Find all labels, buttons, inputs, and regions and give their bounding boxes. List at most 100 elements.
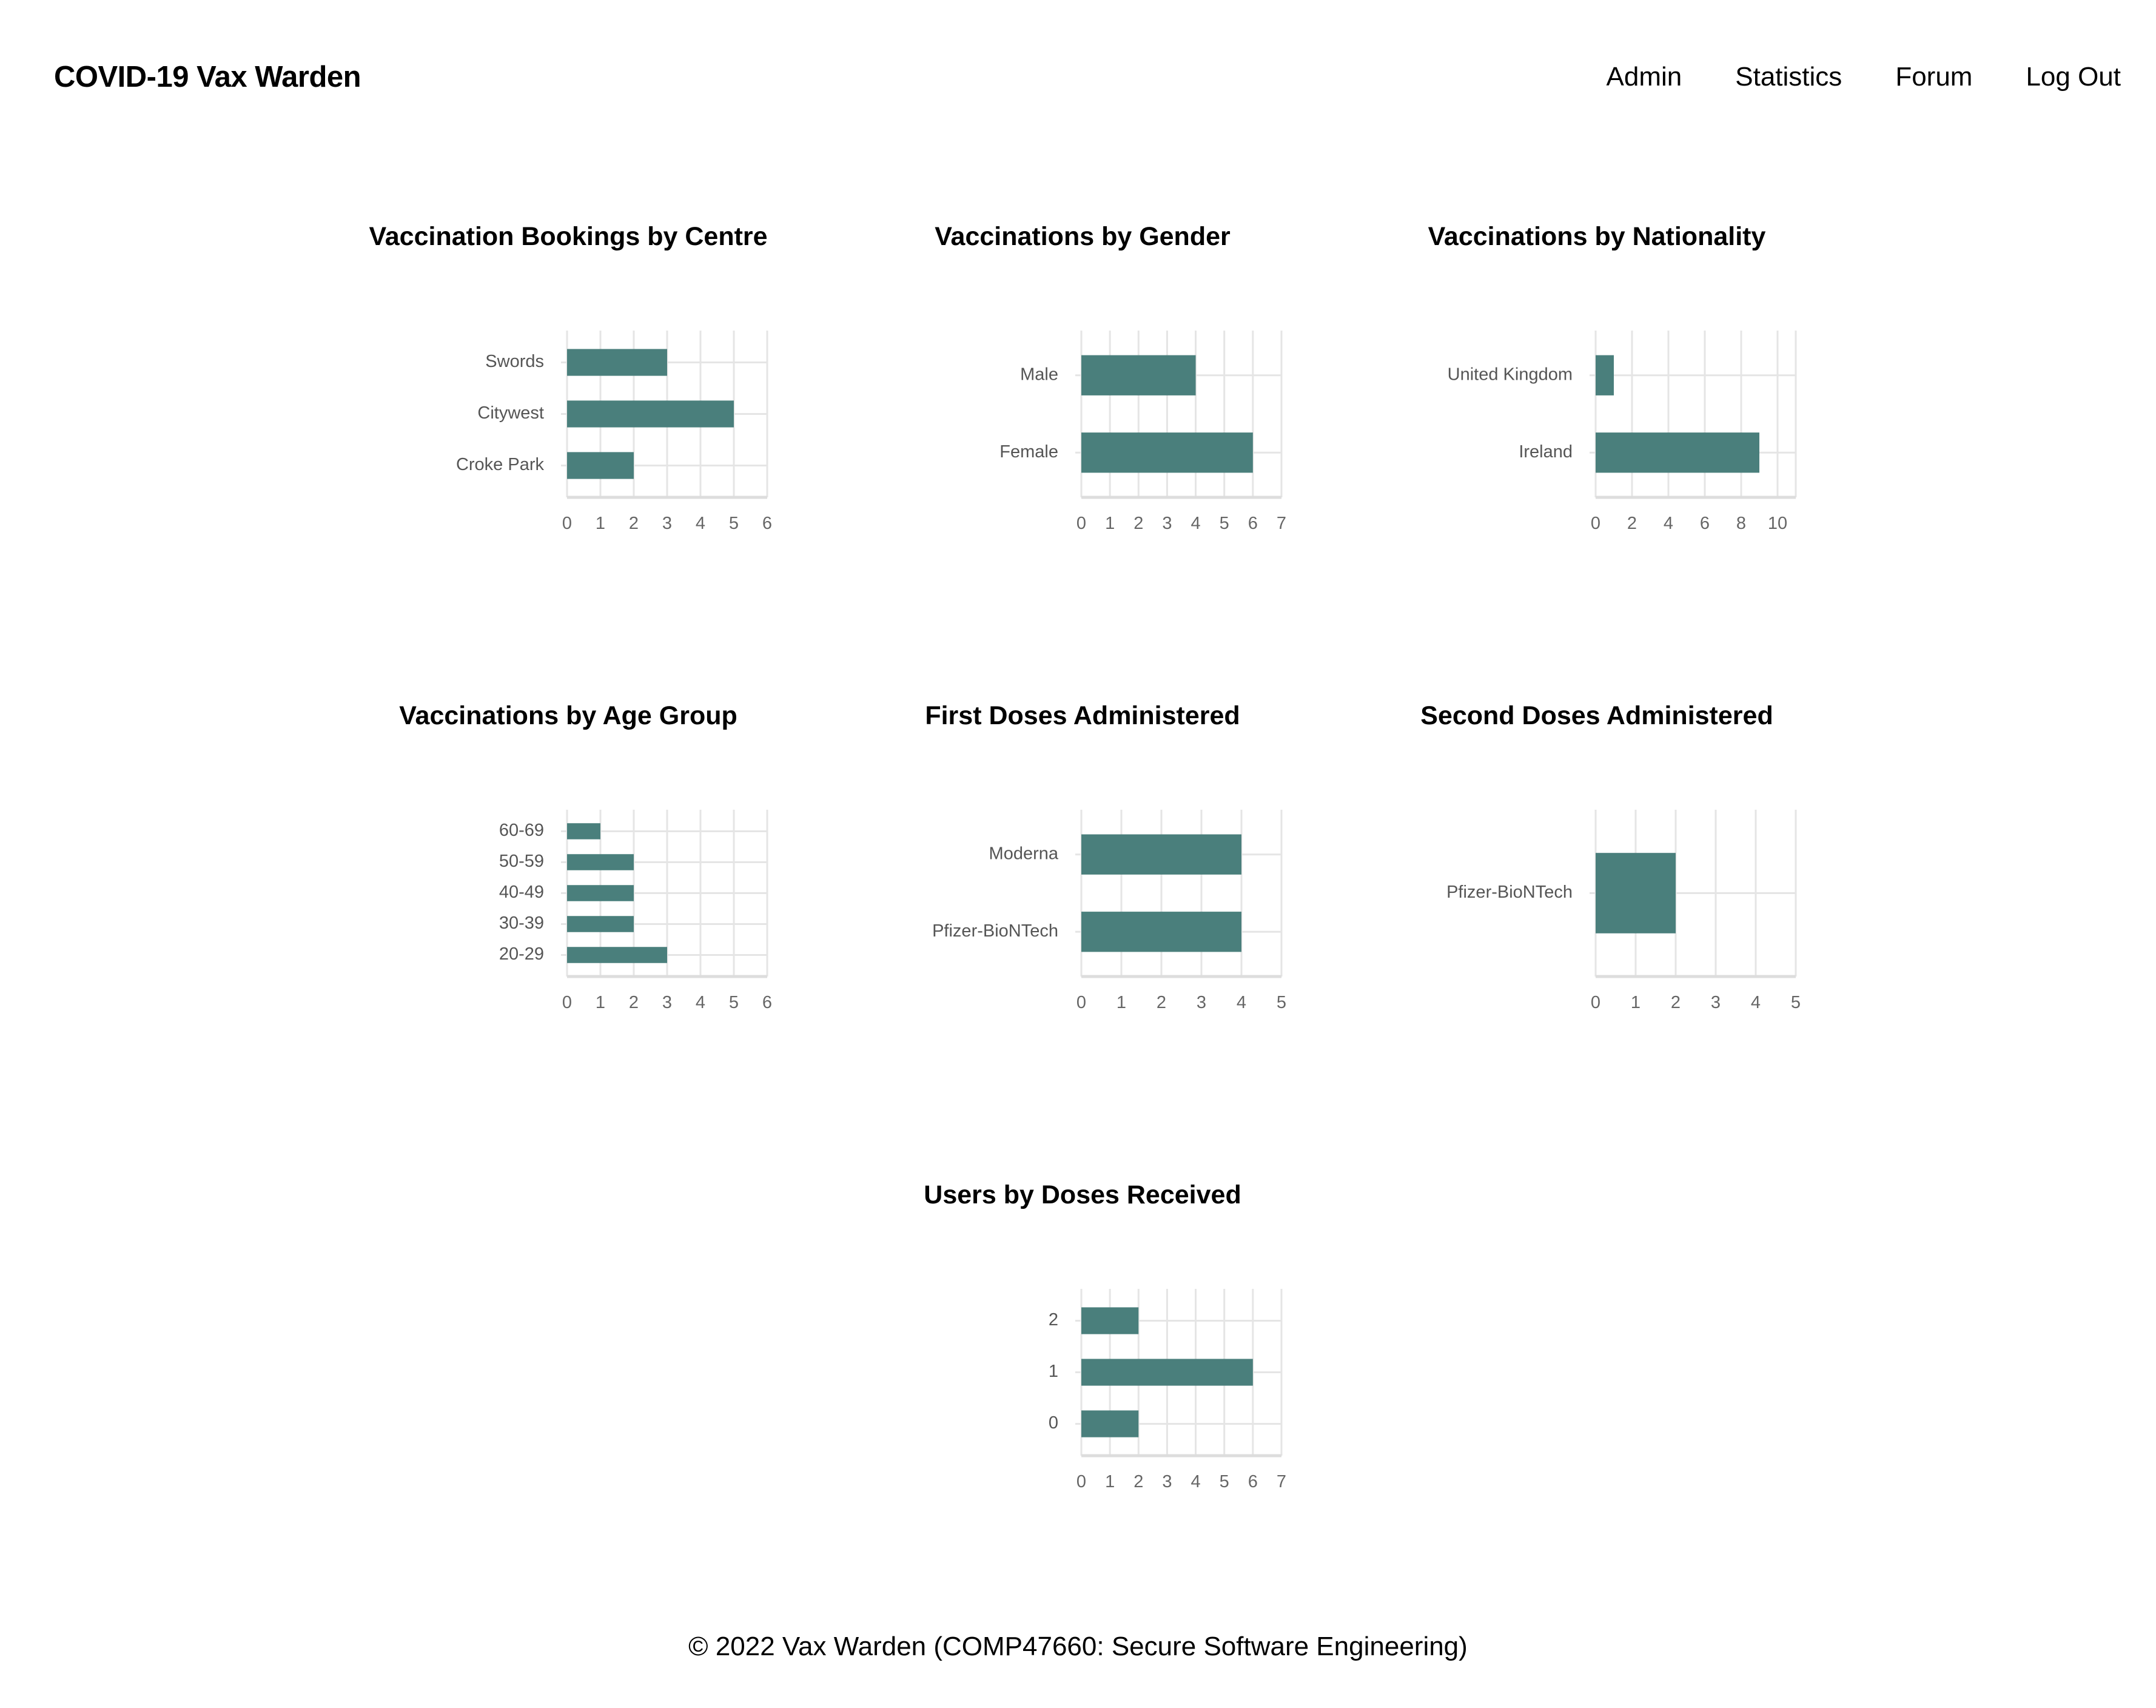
category-label: 40-49 <box>499 883 544 902</box>
x-tick-label: 4 <box>1191 1472 1201 1491</box>
category-label: Swords <box>485 352 544 371</box>
bar-40-49[interactable] <box>567 885 634 901</box>
x-tick-label: 0 <box>562 514 572 533</box>
bar-60-69[interactable] <box>567 823 600 839</box>
category-label: 60-69 <box>499 821 544 840</box>
bar-20-29[interactable] <box>567 947 667 963</box>
chart-doses-received: 2100 1 2 3 4 5 6 7 <box>1049 1289 1286 1491</box>
x-tick-label: 1 <box>1105 514 1115 533</box>
bar-1[interactable] <box>1081 1359 1253 1386</box>
x-tick-label: 3 <box>662 993 672 1012</box>
x-tick-label: 3 <box>1162 514 1172 533</box>
bar-united-kingdom[interactable] <box>1596 355 1614 395</box>
bar-0[interactable] <box>1081 1410 1139 1437</box>
x-tick-label: 2 <box>1133 514 1143 533</box>
category-label: Ireland <box>1519 442 1573 462</box>
x-tick-label: 5 <box>1220 1472 1229 1491</box>
x-tick-label: 5 <box>1791 993 1801 1012</box>
x-tick-label: 3 <box>1162 1472 1172 1491</box>
x-tick-label: 6 <box>762 514 772 533</box>
category-label: 20-29 <box>499 944 544 964</box>
category-label: Citywest <box>477 403 544 423</box>
brand-title[interactable]: COVID-19 Vax Warden <box>54 56 361 98</box>
x-tick-label: 8 <box>1736 514 1746 533</box>
x-tick-label: 1 <box>1117 993 1126 1012</box>
x-tick-label: 6 <box>762 993 772 1012</box>
x-tick-label: 4 <box>1237 993 1246 1012</box>
category-label: Moderna <box>989 844 1059 863</box>
x-tick-label: 1 <box>1105 1472 1115 1491</box>
x-tick-label: 0 <box>1591 514 1600 533</box>
x-tick-label: 6 <box>1248 514 1258 533</box>
x-tick-label: 7 <box>1277 514 1286 533</box>
x-tick-label: 1 <box>1631 993 1641 1012</box>
x-tick-label: 0 <box>1076 993 1086 1012</box>
x-tick-label: 6 <box>1700 514 1710 533</box>
x-tick-label: 5 <box>1277 993 1286 1012</box>
x-tick-label: 5 <box>1220 514 1229 533</box>
bar-pfizer-biontech[interactable] <box>1081 912 1241 952</box>
category-label: Pfizer-BioNTech <box>1446 883 1573 902</box>
category-label: 1 <box>1049 1362 1058 1381</box>
x-tick-label: 1 <box>596 514 605 533</box>
x-tick-label: 0 <box>562 993 572 1012</box>
chart-title-nationality: Vaccinations by Nationality <box>1428 222 1766 251</box>
category-label: Male <box>1020 365 1058 384</box>
category-label: Croke Park <box>456 455 545 474</box>
chart-gender: Male Female 0 1 2 3 4 5 6 7 <box>999 331 1286 533</box>
bar-male[interactable] <box>1081 355 1196 395</box>
top-navbar: COVID-19 Vax Warden Admin Statistics For… <box>0 0 2156 152</box>
x-tick-label: 0 <box>1591 993 1600 1012</box>
x-tick-label: 10 <box>1768 514 1787 533</box>
x-tick-label: 7 <box>1277 1472 1286 1491</box>
bar-moderna[interactable] <box>1081 834 1241 875</box>
x-tick-label: 0 <box>1076 514 1086 533</box>
x-tick-label: 5 <box>729 993 739 1012</box>
x-tick-label: 6 <box>1248 1472 1258 1491</box>
x-tick-label: 3 <box>1197 993 1206 1012</box>
x-tick-label: 3 <box>662 514 672 533</box>
x-tick-label: 2 <box>1133 1472 1143 1491</box>
x-tick-label: 5 <box>729 514 739 533</box>
chart-age-group: 60-69 50-59 40-49 30-39 20-29 0 1 2 3 4 5 6 <box>499 810 772 1012</box>
category-label: 30-39 <box>499 913 544 933</box>
x-tick-label: 4 <box>696 993 705 1012</box>
category-label: 50-59 <box>499 852 544 871</box>
chart-first-doses: Moderna Pfizer-BioNTech 0 1 2 3 4 5 <box>932 810 1286 1012</box>
bar-2[interactable] <box>1081 1307 1139 1334</box>
nav-logout-link[interactable]: Log Out <box>2026 56 2121 98</box>
x-tick-label: 0 <box>1076 1472 1086 1491</box>
x-tick-label: 4 <box>696 514 705 533</box>
chart-title-second-doses: Second Doses Administered <box>1420 701 1773 730</box>
x-tick-label: 2 <box>629 514 639 533</box>
category-label: Female <box>999 442 1058 462</box>
bar-croke-park[interactable] <box>567 452 634 479</box>
bar-citywest[interactable] <box>567 400 734 428</box>
chart-title-gender: Vaccinations by Gender <box>935 222 1231 251</box>
chart-title-first-doses: First Doses Administered <box>925 701 1240 730</box>
chart-bookings-by-centre: Swords Citywest Croke Park 0 1 2 3 4 5 6 <box>456 331 772 533</box>
bar-50-59[interactable] <box>567 854 634 870</box>
chart-title-bookings-by-centre: Vaccination Bookings by Centre <box>369 222 768 251</box>
page-footer: © 2022 Vax Warden (COMP47660: Secure Sof… <box>688 1632 1468 1661</box>
chart-title-age-group: Vaccinations by Age Group <box>399 701 737 730</box>
nav-forum-link[interactable]: Forum <box>1895 56 1972 98</box>
bar-swords[interactable] <box>567 349 667 376</box>
bar-ireland[interactable] <box>1596 432 1759 473</box>
x-tick-label: 1 <box>596 993 605 1012</box>
x-tick-label: 4 <box>1751 993 1761 1012</box>
bar-30-39[interactable] <box>567 916 634 932</box>
x-tick-label: 2 <box>1157 993 1166 1012</box>
nav-links: Admin Statistics Forum Log Out <box>1607 56 2121 98</box>
nav-admin-link[interactable]: Admin <box>1607 56 1682 98</box>
chart-second-doses: Pfizer-BioNTech 0 1 2 3 4 5 <box>1446 810 1801 1012</box>
x-tick-label: 4 <box>1191 514 1201 533</box>
category-label: United Kingdom <box>1448 365 1573 384</box>
x-tick-label: 3 <box>1711 993 1721 1012</box>
bar-pfizer-biontech[interactable] <box>1596 853 1676 933</box>
category-label: 2 <box>1049 1310 1058 1330</box>
bar-female[interactable] <box>1081 432 1253 473</box>
nav-statistics-link[interactable]: Statistics <box>1735 56 1842 98</box>
x-tick-label: 2 <box>1627 514 1637 533</box>
category-label: Pfizer-BioNTech <box>932 921 1058 941</box>
